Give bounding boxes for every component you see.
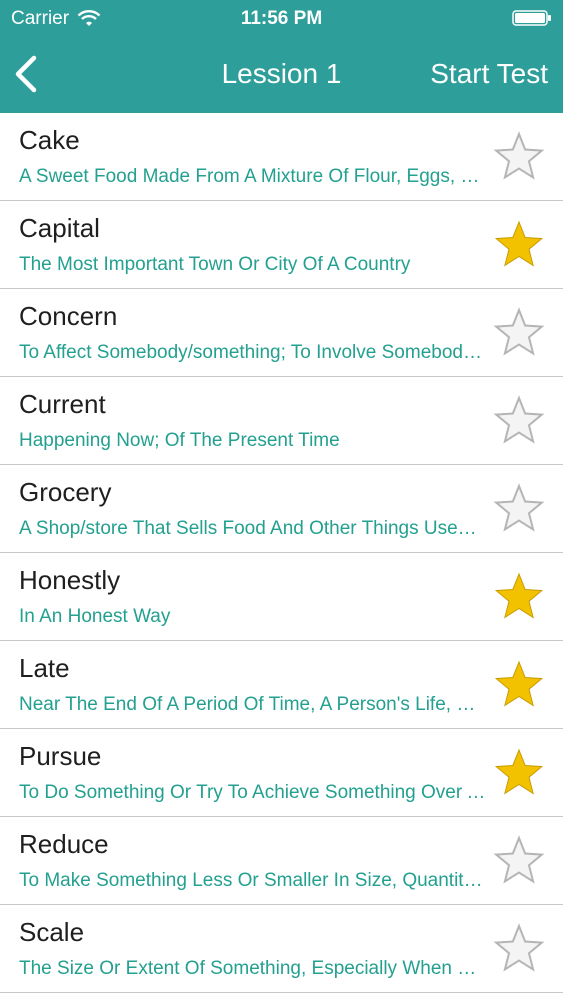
word-label: Pursue bbox=[19, 741, 102, 771]
star-outline-icon[interactable] bbox=[493, 923, 545, 975]
star-outline-icon[interactable] bbox=[493, 307, 545, 359]
word-label: Cake bbox=[19, 125, 80, 155]
star-filled-icon[interactable] bbox=[493, 219, 545, 271]
definition-label: In An Honest Way bbox=[19, 606, 171, 627]
word-label: Honestly bbox=[19, 565, 121, 595]
list-item[interactable]: Reduce To Make Something Less Or Smaller … bbox=[0, 817, 563, 905]
word-list: Cake A Sweet Food Made From A Mixture Of … bbox=[0, 113, 563, 993]
battery-icon bbox=[512, 10, 551, 26]
list-item[interactable]: Concern To Affect Somebody/something; To … bbox=[0, 289, 563, 377]
word-label: Current bbox=[19, 389, 106, 419]
header: Carrier 11:56 PM Lession 1 Start Test bbox=[0, 0, 563, 113]
list-item[interactable]: Current Happening Now; Of The Present Tim… bbox=[0, 377, 563, 465]
star-filled-icon[interactable] bbox=[493, 747, 545, 799]
definition-label: A Shop/store That Sells Food And Other T… bbox=[19, 518, 487, 539]
definition-label: The Most Important Town Or City Of A Cou… bbox=[19, 254, 411, 275]
list-item[interactable]: Scale The Size Or Extent Of Something, Es… bbox=[0, 905, 563, 993]
definition-label: Happening Now; Of The Present Time bbox=[19, 430, 340, 451]
list-item[interactable]: Cake A Sweet Food Made From A Mixture Of … bbox=[0, 113, 563, 201]
star-filled-icon[interactable] bbox=[493, 571, 545, 623]
list-item[interactable]: Grocery A Shop/store That Sells Food And … bbox=[0, 465, 563, 553]
definition-label: Near The End Of A Period Of Time, A Pers… bbox=[19, 694, 487, 715]
definition-label: To Make Something Less Or Smaller In Siz… bbox=[19, 870, 487, 891]
list-item[interactable]: Capital The Most Important Town Or City O… bbox=[0, 201, 563, 289]
word-label: Capital bbox=[19, 213, 100, 243]
star-outline-icon[interactable] bbox=[493, 131, 545, 183]
star-outline-icon[interactable] bbox=[493, 483, 545, 535]
word-label: Reduce bbox=[19, 829, 109, 859]
star-outline-icon[interactable] bbox=[493, 395, 545, 447]
status-time: 11:56 PM bbox=[240, 8, 323, 29]
list-item[interactable]: Pursue To Do Something Or Try To Achieve … bbox=[0, 729, 563, 817]
definition-label: A Sweet Food Made From A Mixture Of Flou… bbox=[19, 166, 487, 187]
list-item[interactable]: Late Near The End Of A Period Of Time, A … bbox=[0, 641, 563, 729]
word-label: Concern bbox=[19, 301, 118, 331]
star-outline-icon[interactable] bbox=[493, 835, 545, 887]
star-filled-icon[interactable] bbox=[493, 659, 545, 711]
word-label: Late bbox=[19, 653, 70, 683]
definition-label: The Size Or Extent Of Something, Especia… bbox=[19, 958, 487, 979]
navigation-bar: Lession 1 Start Test bbox=[0, 40, 563, 113]
definition-label: To Do Something Or Try To Achieve Someth… bbox=[19, 782, 487, 803]
word-label: Grocery bbox=[19, 477, 112, 507]
list-item[interactable]: Honestly In An Honest Way bbox=[0, 553, 563, 641]
start-test-button[interactable]: Start Test bbox=[430, 58, 548, 90]
status-bar: Carrier 11:56 PM bbox=[0, 0, 563, 40]
definition-label: To Affect Somebody/something; To Involve… bbox=[19, 342, 487, 363]
word-label: Scale bbox=[19, 917, 85, 947]
